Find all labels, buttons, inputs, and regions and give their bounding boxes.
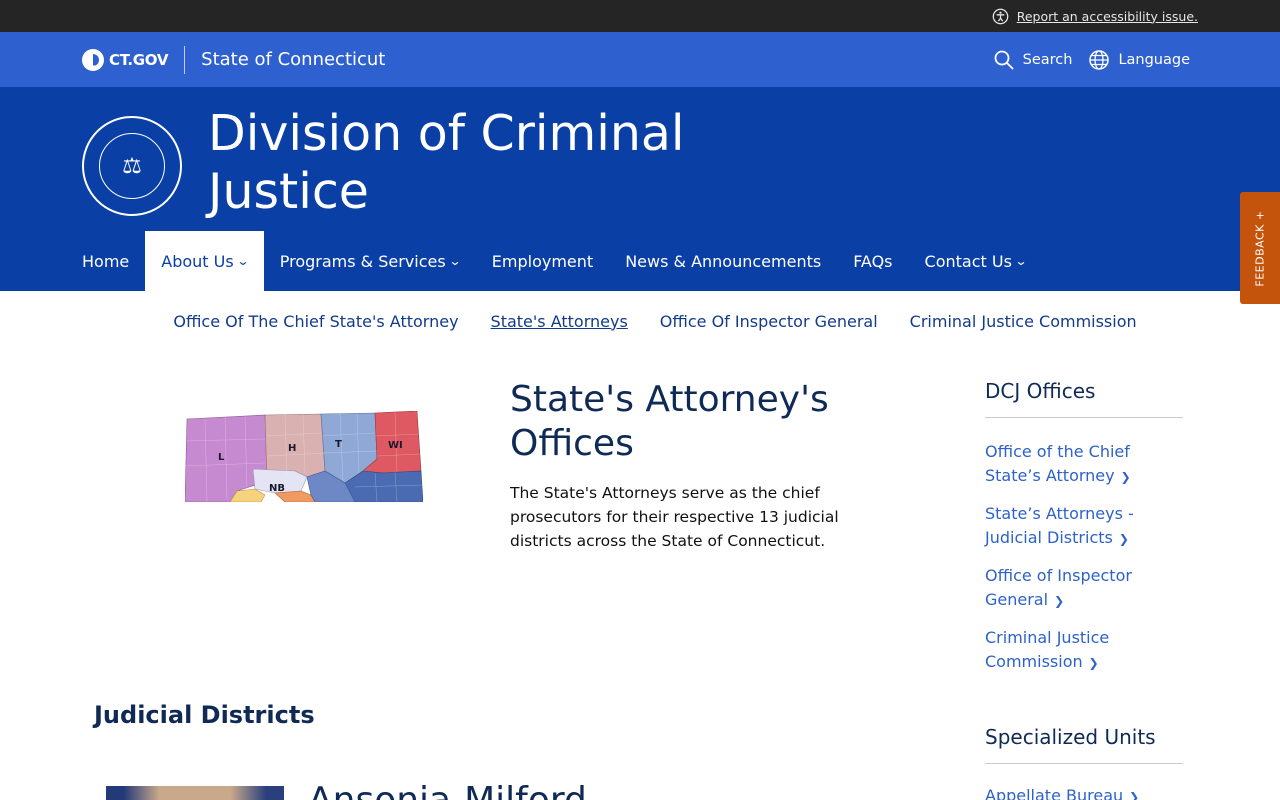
sidebar-link-inspector-general[interactable]: Office of Inspector General ❯: [985, 564, 1183, 613]
nav-news[interactable]: News & Announcements: [609, 231, 837, 291]
feedback-tab[interactable]: FEEDBACK +: [1240, 192, 1280, 304]
utility-bar: Report an accessibility issue.: [0, 0, 1280, 32]
sidebar-specialized-units: Specialized Units Appellate Bureau ❯: [985, 725, 1183, 800]
nav-label: Employment: [491, 251, 594, 271]
map-label: NB: [269, 483, 285, 494]
sidebar-heading: DCJ Offices: [985, 379, 1183, 418]
accessibility-report-link[interactable]: Report an accessibility issue.: [992, 8, 1198, 25]
chevron-right-icon: ❯: [1129, 790, 1140, 800]
page-title: State's Attorney's Offices: [510, 378, 890, 466]
link-line: Judicial Districts: [985, 528, 1113, 547]
globe-icon: [1089, 49, 1110, 70]
district-card-title[interactable]: Ansonia-Milford: [308, 780, 587, 800]
nav-contact-us[interactable]: Contact Us ⌄: [909, 231, 1042, 291]
sidebar-link-appellate-bureau[interactable]: Appellate Bureau ❯: [985, 784, 1183, 800]
agency-title[interactable]: Division of Criminal Justice: [208, 105, 685, 221]
district-attorney-photo: [106, 786, 284, 800]
nav-label: Home: [82, 251, 130, 271]
nav-home[interactable]: Home: [66, 231, 145, 291]
sidebar-heading: Specialized Units: [985, 725, 1183, 764]
language-button[interactable]: Language: [1088, 49, 1190, 71]
link-line: Commission: [985, 652, 1083, 671]
feedback-label: FEEDBACK +: [1253, 209, 1267, 287]
nav-label: Programs & Services: [279, 251, 446, 271]
search-icon: [994, 50, 1014, 70]
chevron-right-icon: ❯: [1118, 532, 1129, 546]
chevron-down-icon: ⌄: [448, 254, 462, 268]
link-line: Appellate Bureau: [985, 786, 1124, 800]
map-label: WI: [388, 440, 403, 451]
intro-text: The State's Attorneys serve as the chief…: [510, 484, 839, 550]
subnav-criminal-justice-commission[interactable]: Criminal Justice Commission: [910, 312, 1137, 331]
header-divider: [184, 45, 186, 74]
ctgov-logo[interactable]: CT.GOV: [82, 48, 169, 71]
subnav-states-attorneys[interactable]: State's Attorneys: [491, 312, 628, 331]
link-line: Office of Inspector: [985, 566, 1132, 585]
link-line: State’s Attorneys -: [985, 504, 1134, 523]
link-line: Office of the Chief: [985, 442, 1130, 461]
state-name-link[interactable]: State of Connecticut: [201, 49, 385, 70]
chevron-down-icon: ⌄: [1014, 254, 1028, 268]
accessibility-link-text: Report an accessibility issue.: [1016, 8, 1198, 24]
ctgov-logo-icon: [82, 48, 104, 71]
nav-label: FAQs: [853, 251, 893, 271]
judicial-districts-map: L H T WI NB: [185, 411, 423, 502]
nav-faqs[interactable]: FAQs: [837, 231, 908, 291]
nav-employment[interactable]: Employment: [476, 231, 609, 291]
ctgov-logo-text: CT.GOV: [109, 50, 169, 69]
agency-seal-logo[interactable]: ⚖: [82, 116, 182, 216]
main-nav: Home About Us ⌄ Programs & Services ⌄ Empl…: [66, 231, 1042, 291]
agency-header: ⚖ Division of Criminal Justice Home Abou…: [0, 87, 1280, 291]
agency-title-line2: Justice: [208, 163, 369, 220]
link-line: State’s Attorney: [985, 466, 1115, 485]
sidebar-dcj-offices: DCJ Offices Office of the Chief State’s A…: [985, 379, 1183, 688]
sidebar-link-criminal-justice-commission[interactable]: Criminal Justice Commission ❯: [985, 626, 1183, 675]
nav-label: Contact Us: [924, 251, 1012, 271]
chevron-down-icon: ⌄: [236, 254, 250, 268]
accessibility-icon: [992, 8, 1009, 24]
agency-title-line1: Division of Criminal: [208, 105, 685, 162]
link-line: Criminal Justice: [985, 628, 1110, 647]
map-label: T: [335, 439, 342, 450]
search-label: Search: [1022, 51, 1073, 68]
nav-programs-services[interactable]: Programs & Services ⌄: [264, 231, 476, 291]
chevron-right-icon: ❯: [1054, 594, 1065, 608]
map-label: H: [288, 443, 296, 454]
page-title-line2: Offices: [510, 423, 634, 464]
subnav-chief-states-attorney[interactable]: Office Of The Chief State's Attorney: [173, 312, 458, 331]
sub-nav: Office Of The Chief State's Attorney Sta…: [0, 291, 1280, 351]
judicial-districts-heading: Judicial Districts: [94, 701, 315, 729]
search-button[interactable]: Search: [993, 49, 1073, 71]
language-label: Language: [1118, 51, 1190, 68]
page-title-line1: State's Attorney's: [510, 379, 829, 420]
map-label: L: [218, 452, 225, 463]
chevron-right-icon: ❯: [1120, 470, 1131, 484]
nav-about-us[interactable]: About Us ⌄: [145, 231, 264, 291]
nav-label: About Us: [161, 251, 234, 271]
sidebar-link-states-attorneys[interactable]: State’s Attorneys - Judicial Districts ❯: [985, 502, 1183, 551]
subnav-inspector-general[interactable]: Office Of Inspector General: [660, 312, 878, 331]
sidebar-link-chief-states-attorney[interactable]: Office of the Chief State’s Attorney ❯: [985, 440, 1183, 489]
link-line: General: [985, 590, 1049, 609]
nav-label: News & Announcements: [625, 251, 822, 271]
state-header: CT.GOV State of Connecticut Search Langu…: [0, 32, 1280, 87]
seal-emblem-icon: ⚖: [99, 133, 165, 199]
chevron-right-icon: ❯: [1088, 656, 1099, 670]
